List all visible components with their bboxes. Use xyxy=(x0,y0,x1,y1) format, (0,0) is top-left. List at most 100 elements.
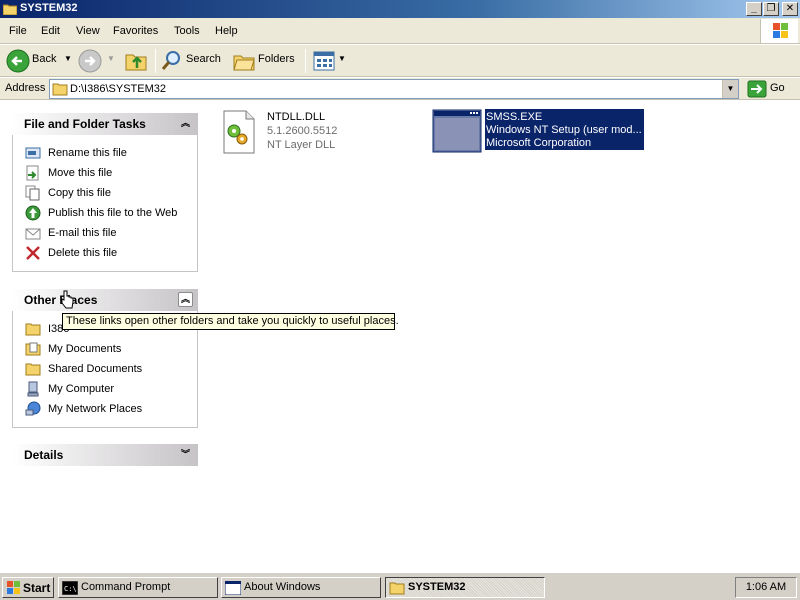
task-label: Publish this file to the Web xyxy=(48,207,178,219)
close-button[interactable]: ✕ xyxy=(782,2,798,16)
go-arrow-icon xyxy=(747,80,767,98)
address-bar: Address D:\I386\SYSTEM32 ▼ Go xyxy=(0,78,800,100)
back-dropdown-icon[interactable]: ▼ xyxy=(64,54,72,63)
address-value: D:\I386\SYSTEM32 xyxy=(70,83,166,95)
place-shared-documents[interactable]: Shared Documents xyxy=(25,361,195,379)
dll-file-icon xyxy=(223,110,255,154)
system-clock[interactable]: 1:06 AM xyxy=(735,577,797,598)
search-button[interactable]: Search xyxy=(158,48,224,74)
folder-icon xyxy=(389,582,405,595)
menu-view[interactable]: View xyxy=(76,25,100,37)
task-copy[interactable]: Copy this file xyxy=(25,185,195,203)
up-folder-button[interactable] xyxy=(122,48,150,74)
folder-icon xyxy=(52,83,68,96)
taskbar: Start C:\ Command Prompt About Windows S… xyxy=(0,572,800,600)
menu-favorites[interactable]: Favorites xyxy=(113,25,158,37)
taskbar-button-command-prompt[interactable]: C:\ Command Prompt xyxy=(58,577,218,598)
go-label: Go xyxy=(770,82,785,94)
file-version: Windows NT Setup (user mod... xyxy=(486,124,642,136)
expand-chevron-icon[interactable]: ︾ xyxy=(178,447,193,462)
file-view[interactable]: NTDLL.DLL 5.1.2600.5512 NT Layer DLL SMS… xyxy=(210,101,800,572)
window-icon xyxy=(225,581,241,595)
address-dropdown-icon[interactable]: ▼ xyxy=(722,80,738,98)
menu-bar: File Edit View Favorites Tools Help xyxy=(0,18,800,44)
place-label: My Computer xyxy=(48,383,115,395)
other-places-header[interactable]: Other Places ︽ xyxy=(12,289,198,311)
hand-cursor-icon xyxy=(61,290,74,309)
move-icon xyxy=(26,165,39,181)
forward-button[interactable]: ▼ xyxy=(76,48,118,74)
back-label: Back xyxy=(32,53,57,65)
task-label: Move this file xyxy=(48,167,113,179)
email-icon xyxy=(25,228,41,240)
taskbar-button-label: Command Prompt xyxy=(81,581,171,593)
start-label: Start xyxy=(23,581,51,595)
copy-icon xyxy=(25,185,40,201)
file-item-selected[interactable]: SMSS.EXE Windows NT Setup (user mod... M… xyxy=(432,109,646,155)
task-email[interactable]: E-mail this file xyxy=(25,225,195,243)
forward-arrow-icon xyxy=(78,49,102,73)
task-label: Delete this file xyxy=(48,247,118,259)
search-label: Search xyxy=(186,53,221,65)
file-version: 5.1.2600.5512 xyxy=(267,125,338,137)
place-network[interactable]: My Network Places xyxy=(25,401,195,419)
taskbar-button-system32[interactable]: SYSTEM32 xyxy=(385,577,545,598)
minimize-button[interactable]: _ xyxy=(746,2,762,16)
task-move[interactable]: Move this file xyxy=(25,165,195,183)
windows-logo-icon xyxy=(7,581,20,594)
menu-file[interactable]: File xyxy=(9,25,27,37)
file-description: NT Layer DLL xyxy=(267,139,336,151)
task-label: E-mail this file xyxy=(48,227,117,239)
address-input[interactable]: D:\I386\SYSTEM32 ▼ xyxy=(49,79,739,99)
svg-text:C:\: C:\ xyxy=(64,585,77,593)
back-button[interactable]: Back ▼ xyxy=(4,48,74,74)
forward-dropdown-icon[interactable]: ▼ xyxy=(107,54,115,63)
task-delete[interactable]: Delete this file xyxy=(25,245,195,263)
rename-icon xyxy=(25,147,41,159)
go-button[interactable]: Go xyxy=(745,79,797,99)
folder-icon xyxy=(25,363,41,376)
file-name: SMSS.EXE xyxy=(486,111,543,123)
task-publish[interactable]: Publish this file to the Web xyxy=(25,205,195,223)
file-tasks-header[interactable]: File and Folder Tasks ︽ xyxy=(12,113,198,135)
file-tasks-title: File and Folder Tasks xyxy=(24,117,146,131)
menu-edit[interactable]: Edit xyxy=(41,25,60,37)
taskbar-button-label: SYSTEM32 xyxy=(408,581,466,593)
taskbar-button-label: About Windows xyxy=(244,581,321,593)
views-dropdown-icon[interactable]: ▼ xyxy=(338,54,346,63)
delete-icon xyxy=(26,246,40,260)
place-my-computer[interactable]: My Computer xyxy=(25,381,195,399)
toolbar: Back ▼ ▼ Search Folders ▼ xyxy=(0,45,800,77)
folders-icon xyxy=(233,55,255,71)
window-title: SYSTEM32 xyxy=(20,2,78,14)
menu-help[interactable]: Help xyxy=(215,25,238,37)
restore-button[interactable]: ❐ xyxy=(763,2,779,16)
taskbar-button-about-windows[interactable]: About Windows xyxy=(221,577,381,598)
task-rename[interactable]: Rename this file xyxy=(25,145,195,163)
place-my-documents[interactable]: My Documents xyxy=(25,341,195,359)
collapse-chevron-icon[interactable]: ︽ xyxy=(178,292,193,307)
up-folder-icon xyxy=(125,54,147,71)
title-bar[interactable]: SYSTEM32 _ ❐ ✕ xyxy=(0,0,800,18)
collapse-chevron-icon[interactable]: ︽ xyxy=(178,116,193,131)
task-label: Rename this file xyxy=(48,147,127,159)
start-button[interactable]: Start xyxy=(2,577,54,598)
network-places-icon xyxy=(25,401,41,416)
folders-label: Folders xyxy=(258,53,295,65)
my-computer-icon xyxy=(27,381,39,397)
address-label: Address xyxy=(5,82,46,94)
place-label: My Network Places xyxy=(48,403,143,415)
search-icon xyxy=(161,51,180,70)
task-label: Copy this file xyxy=(48,187,111,199)
details-title: Details xyxy=(24,448,64,462)
views-icon xyxy=(313,51,335,71)
windows-logo-icon xyxy=(760,19,798,43)
menu-tools[interactable]: Tools xyxy=(174,25,200,37)
folders-button[interactable]: Folders xyxy=(230,48,300,74)
back-arrow-icon xyxy=(6,49,30,73)
my-documents-icon xyxy=(25,342,41,356)
views-button[interactable]: ▼ xyxy=(310,48,346,74)
place-label: Shared Documents xyxy=(48,363,143,375)
details-header[interactable]: Details ︾ xyxy=(12,444,198,466)
file-item[interactable]: NTDLL.DLL 5.1.2600.5512 NT Layer DLL xyxy=(220,109,420,157)
